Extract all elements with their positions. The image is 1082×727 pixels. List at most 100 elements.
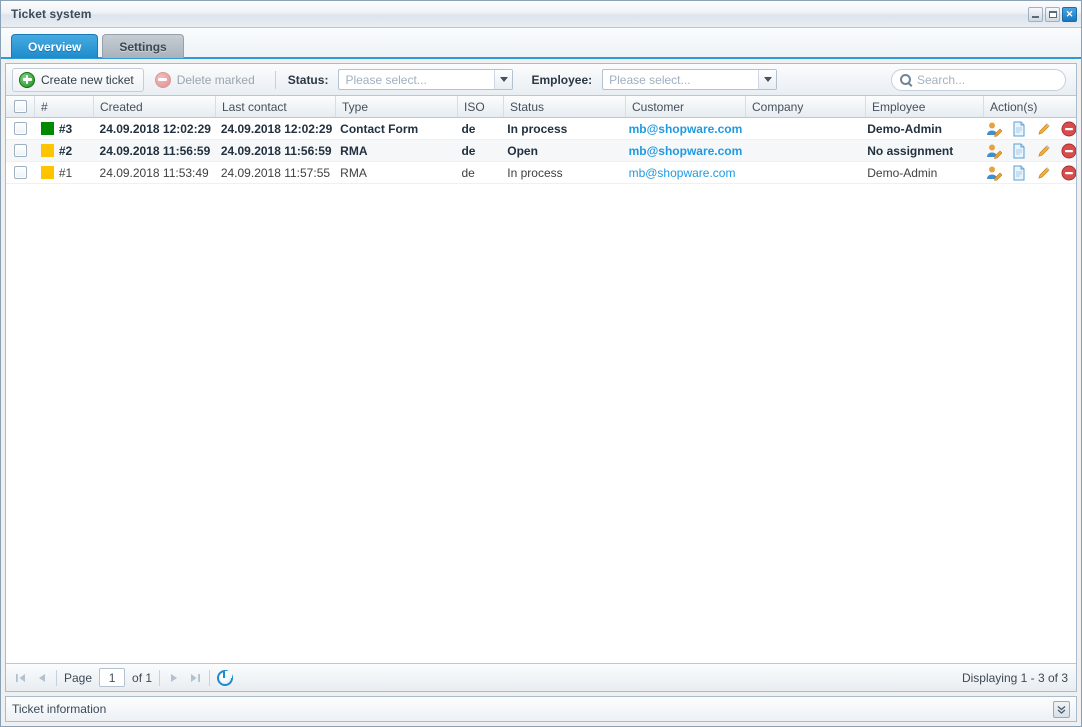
cell-customer: mb@shopware.com <box>623 118 742 139</box>
next-page-button[interactable] <box>167 671 181 685</box>
column-header-last-contact[interactable]: Last contact <box>216 96 336 117</box>
status-filter-placeholder: Please select... <box>345 72 427 87</box>
cell-company <box>742 162 861 183</box>
create-new-ticket-button[interactable]: Create new ticket <box>12 67 144 92</box>
cell-type: RMA <box>340 143 368 158</box>
cell-created: 24.09.2018 12:02:29 <box>99 121 211 136</box>
ticket-grid-panel: Create new ticket Delete marked Status: … <box>5 63 1077 692</box>
column-header-customer[interactable]: Customer <box>626 96 746 117</box>
customer-email-link[interactable]: mb@shopware.com <box>629 144 742 158</box>
column-header-employee[interactable]: Employee <box>866 96 984 117</box>
ticket-information-title: Ticket information <box>12 702 107 716</box>
column-header-status[interactable]: Status <box>504 96 626 117</box>
cell-actions <box>979 162 1076 183</box>
status-filter-label: Status: <box>287 72 329 87</box>
delete-icon[interactable] <box>1061 143 1076 159</box>
pager-separator <box>56 669 57 686</box>
column-header-id[interactable]: # <box>35 96 94 117</box>
cell-type: Contact Form <box>340 121 419 136</box>
cell-id: #3 <box>35 118 94 139</box>
row-select-cell[interactable] <box>6 162 35 183</box>
chevron-down-icon[interactable] <box>494 70 513 89</box>
ticket-system-window: Ticket system ✕ Overview Settings Create… <box>0 0 1082 727</box>
cell-status: In process <box>507 121 568 136</box>
column-header-created[interactable]: Created <box>94 96 216 117</box>
table-row[interactable]: #2 24.09.2018 11:56:59 24.09.2018 11:56:… <box>6 140 1076 162</box>
ticket-information-panel[interactable]: Ticket information <box>5 696 1077 722</box>
row-select-cell[interactable] <box>6 118 35 139</box>
maximize-icon <box>1048 10 1057 18</box>
assign-user-icon[interactable] <box>986 143 1003 159</box>
close-icon: ✕ <box>1065 8 1074 19</box>
tab-overview[interactable]: Overview <box>11 34 99 58</box>
select-all-checkbox[interactable] <box>13 100 27 113</box>
view-document-icon[interactable] <box>1011 165 1027 181</box>
tab-settings[interactable]: Settings <box>102 34 184 58</box>
cell-actions <box>979 140 1076 161</box>
assign-user-icon[interactable] <box>986 121 1003 137</box>
expand-panel-button[interactable] <box>1053 700 1070 718</box>
last-page-button[interactable] <box>188 671 202 685</box>
customer-email-link[interactable]: mb@shopware.com <box>629 166 736 180</box>
cell-status: In process <box>507 165 563 180</box>
employee-filter-label: Employee: <box>531 72 593 87</box>
delete-icon[interactable] <box>1061 121 1076 137</box>
employee-filter-select[interactable]: Please select... <box>602 69 778 90</box>
status-color-swatch <box>40 166 54 179</box>
grid-toolbar: Create new ticket Delete marked Status: … <box>6 64 1076 96</box>
table-row[interactable]: #3 24.09.2018 12:02:29 24.09.2018 12:02:… <box>6 118 1076 140</box>
row-actions <box>979 143 1076 159</box>
delete-icon[interactable] <box>1061 165 1076 181</box>
maximize-button[interactable] <box>1045 6 1060 22</box>
status-filter-select[interactable]: Please select... <box>338 69 514 90</box>
pager-separator <box>159 669 161 686</box>
row-checkbox[interactable] <box>13 122 27 135</box>
select-all-header[interactable] <box>6 96 35 117</box>
column-header-type[interactable]: Type <box>336 96 458 117</box>
cell-created: 24.09.2018 11:53:49 <box>99 165 209 180</box>
window-titlebar: Ticket system ✕ <box>1 1 1081 28</box>
assign-user-icon[interactable] <box>986 165 1003 181</box>
column-header-company[interactable]: Company <box>746 96 866 117</box>
customer-email-link[interactable]: mb@shopware.com <box>629 122 742 136</box>
edit-icon[interactable] <box>1036 165 1052 181</box>
pagination-bar: Page of 1 Displaying 1 - 3 of 3 <box>6 663 1076 691</box>
page-total-label: of 1 <box>132 670 153 685</box>
cell-last-contact: 24.09.2018 11:57:55 <box>220 165 331 180</box>
cell-customer: mb@shopware.com <box>623 162 742 183</box>
cell-last-contact: 24.09.2018 12:02:29 <box>220 121 333 136</box>
refresh-icon[interactable] <box>217 669 234 686</box>
view-document-icon[interactable] <box>1011 143 1027 159</box>
cell-id: #2 <box>35 140 94 161</box>
pager-separator <box>209 669 211 686</box>
row-checkbox[interactable] <box>13 144 27 157</box>
edit-icon[interactable] <box>1036 143 1052 159</box>
minimize-button[interactable] <box>1028 6 1043 22</box>
displaying-label: Displaying 1 - 3 of 3 <box>961 670 1068 685</box>
create-new-ticket-label: Create new ticket <box>41 72 134 87</box>
column-header-actions[interactable]: Action(s) <box>984 96 1076 117</box>
cell-created: 24.09.2018 11:56:59 <box>99 143 211 158</box>
edit-icon[interactable] <box>1036 121 1052 137</box>
cell-company <box>742 118 861 139</box>
employee-filter-placeholder: Please select... <box>609 72 691 87</box>
previous-page-button[interactable] <box>35 671 49 685</box>
close-button[interactable]: ✕ <box>1062 6 1077 22</box>
delete-marked-button[interactable]: Delete marked <box>148 68 265 92</box>
chevron-down-icon[interactable] <box>758 70 777 89</box>
cell-iso: de <box>461 121 476 136</box>
row-select-cell[interactable] <box>6 140 35 161</box>
row-actions <box>979 165 1076 181</box>
column-header-iso[interactable]: ISO <box>458 96 504 117</box>
row-checkbox[interactable] <box>13 166 27 179</box>
first-page-button[interactable] <box>14 671 28 685</box>
cell-employee: Demo-Admin <box>867 165 938 180</box>
grid-body: #3 24.09.2018 12:02:29 24.09.2018 12:02:… <box>6 118 1076 663</box>
page-number-input[interactable] <box>99 668 126 687</box>
tab-settings-label: Settings <box>119 39 167 54</box>
view-document-icon[interactable] <box>1011 121 1027 137</box>
cell-employee: No assignment <box>867 143 954 158</box>
row-actions <box>979 121 1076 137</box>
search-input[interactable]: Search... <box>891 68 1066 91</box>
table-row[interactable]: #1 24.09.2018 11:53:49 24.09.2018 11:57:… <box>6 162 1076 184</box>
